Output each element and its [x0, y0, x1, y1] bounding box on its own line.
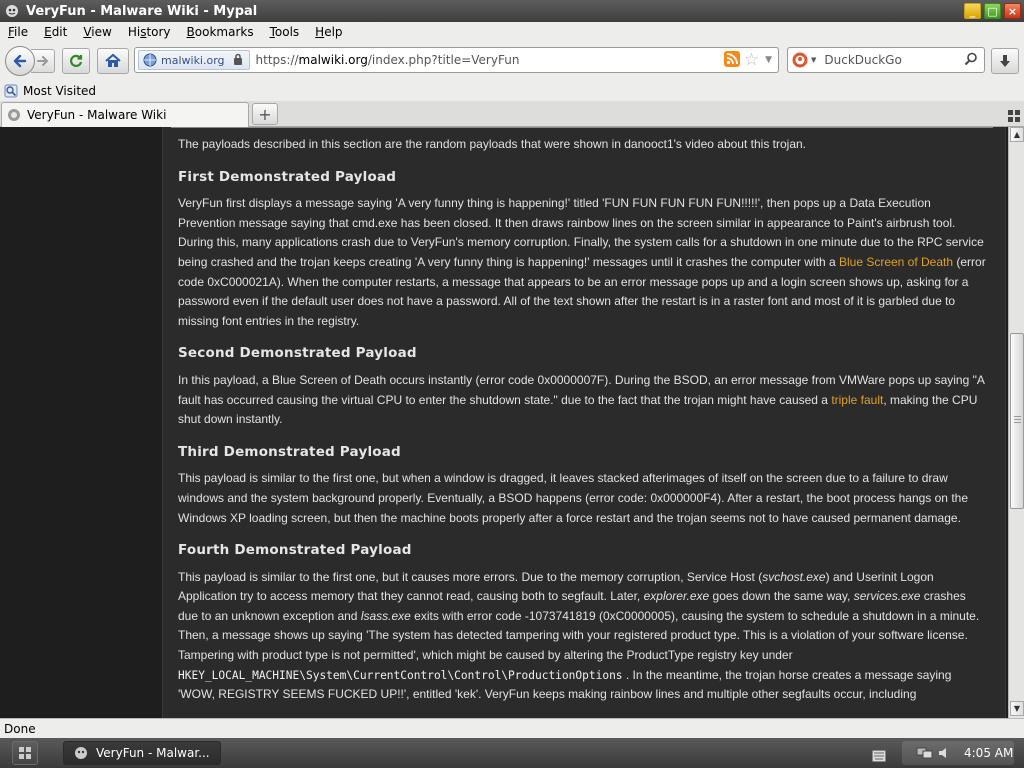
plus-icon: + — [258, 104, 272, 124]
arrow-up-icon: ▲ — [1013, 130, 1021, 139]
intro-paragraph: The payloads described in this section a… — [178, 137, 807, 151]
system-tray: 4:05 AM — [902, 741, 1014, 765]
show-desktop-button[interactable] — [12, 741, 38, 765]
window-titlebar[interactable]: VeryFun - Malware Wiki - Mypal _ □ × — [0, 0, 1024, 22]
heading-first-payload: First Demonstrated Payload — [178, 168, 397, 185]
clock[interactable]: 4:05 AM — [964, 746, 1013, 760]
menu-view[interactable]: View — [75, 25, 119, 39]
globe-icon — [143, 53, 157, 70]
volume-icon[interactable] — [938, 746, 950, 760]
menu-history[interactable]: History — [120, 25, 179, 39]
network-icon[interactable] — [916, 746, 934, 760]
url-text[interactable]: https://malwiki.org/index.php?title=Very… — [256, 53, 724, 67]
search-bar[interactable]: ▼ DuckDuckGo — [787, 47, 985, 73]
bookmark-folder-icon — [4, 84, 18, 98]
menu-tools[interactable]: Tools — [262, 25, 308, 39]
divider — [171, 127, 993, 128]
paragraph-second-payload: In this payload, a Blue Screen of Death … — [178, 372, 985, 427]
new-tab-button[interactable]: + — [252, 103, 278, 125]
page-content: The payloads described in this section a… — [0, 127, 1008, 718]
bookmarks-toolbar: Most Visited — [0, 80, 1024, 101]
registry-key-code: HKEY_LOCAL_MACHINE\System\CurrentControl… — [178, 668, 623, 682]
tab-bar: VeryFun - Malware Wiki + — [0, 101, 1024, 127]
heading-third-payload: Third Demonstrated Payload — [178, 443, 401, 460]
home-button[interactable] — [97, 48, 129, 74]
heading-second-payload: Second Demonstrated Payload — [178, 345, 417, 362]
menu-bookmarks[interactable]: Bookmarks — [179, 25, 262, 39]
menu-edit[interactable]: Edit — [36, 25, 75, 39]
arrow-down-icon: ▼ — [1013, 704, 1021, 713]
list-all-tabs-icon[interactable] — [1008, 107, 1020, 126]
favicon-icon — [7, 108, 21, 122]
mypal-icon — [74, 746, 88, 760]
arrow-right-icon — [36, 56, 48, 66]
heading-fourth-payload: Fourth Demonstrated Payload — [178, 542, 412, 559]
paragraph-third-payload: This payload is similar to the first one… — [178, 471, 968, 525]
url-dropdown-icon[interactable]: ▼ — [765, 55, 772, 65]
search-icon[interactable] — [964, 52, 978, 69]
scroll-up-button[interactable]: ▲ — [1010, 127, 1024, 142]
downloads-button[interactable] — [991, 48, 1019, 74]
navigation-toolbar: malwiki.org https://malwiki.org/index.ph… — [0, 42, 1024, 80]
windows-grid-icon — [19, 747, 31, 759]
back-button[interactable] — [5, 46, 35, 76]
most-visited-bookmark[interactable]: Most Visited — [4, 84, 96, 98]
paragraph-fourth-payload: This payload is similar to the first one… — [178, 569, 980, 702]
identity-label: malwiki.org — [161, 53, 225, 67]
home-icon — [105, 53, 121, 67]
menu-help[interactable]: Help — [307, 25, 350, 39]
close-button[interactable]: × — [1004, 3, 1021, 19]
scroll-down-button[interactable]: ▼ — [1010, 701, 1024, 716]
os-taskbar: VeryFun - Malwar... 4:05 AM — [0, 738, 1024, 768]
status-text: Done — [4, 721, 36, 736]
chevron-down-icon[interactable]: ▼ — [811, 56, 816, 64]
reload-icon — [70, 54, 83, 67]
duckduckgo-icon[interactable] — [792, 52, 808, 68]
minimize-button[interactable]: _ — [964, 3, 981, 19]
link-triple-fault[interactable]: triple fault — [831, 393, 883, 407]
taskbar-browser-window[interactable]: VeryFun - Malwar... — [63, 741, 221, 765]
rss-feed-icon[interactable] — [723, 50, 740, 70]
download-icon — [1000, 55, 1010, 67]
window-title: VeryFun - Malware Wiki - Mypal — [26, 3, 258, 19]
search-engine-placeholder: DuckDuckGo — [824, 53, 902, 67]
status-bar: Done — [0, 718, 1024, 738]
bookmark-star-icon[interactable]: ☆ — [744, 50, 759, 70]
reload-button[interactable] — [62, 48, 90, 74]
mypal-icon — [4, 3, 20, 19]
vertical-scrollbar[interactable]: ▲ ▼ — [1008, 127, 1024, 718]
menu-file[interactable]: File — [0, 25, 36, 39]
keyboard-icon[interactable] — [872, 747, 886, 766]
url-bar[interactable]: malwiki.org https://malwiki.org/index.ph… — [134, 47, 779, 73]
lock-icon — [233, 53, 243, 68]
article: The payloads described in this section a… — [162, 127, 1006, 718]
site-identity-button[interactable]: malwiki.org — [138, 50, 250, 70]
link-blue-screen-of-death[interactable]: Blue Screen of Death — [839, 255, 953, 269]
scrollbar-thumb[interactable] — [1010, 333, 1024, 509]
maximize-button[interactable]: □ — [984, 3, 1001, 19]
arrow-left-icon — [13, 54, 27, 68]
menu-bar: File Edit View History Bookmarks Tools H… — [0, 22, 1024, 42]
paragraph-first-payload: VeryFun first displays a message saying … — [178, 196, 986, 328]
tab-veryfun[interactable]: VeryFun - Malware Wiki — [1, 102, 249, 127]
